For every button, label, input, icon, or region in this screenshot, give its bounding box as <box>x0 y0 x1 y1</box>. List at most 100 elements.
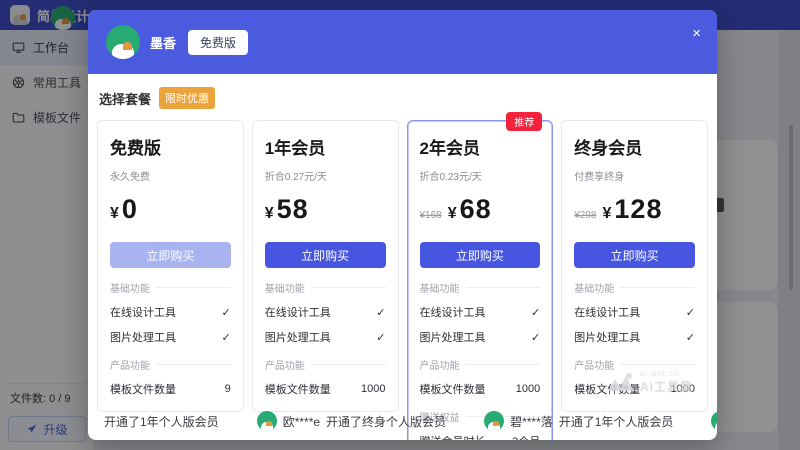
pricing-modal: 墨香 免费版 × 选择套餐 限时优惠 免费版 永久免费 ¥ 0 立即购买 基础功… <box>88 10 717 440</box>
section-title: 基础功能 <box>110 280 231 295</box>
modal-header: 墨香 免费版 × <box>88 10 717 74</box>
section-title: 基础功能 <box>265 280 386 295</box>
close-icon[interactable]: × <box>692 26 701 41</box>
feature-label: 在线设计工具 <box>420 304 486 320</box>
feature-label: 模板文件数量 <box>265 381 331 397</box>
price-amount: 68 <box>460 194 492 225</box>
ticker-text: 开通了终身个人版会员 <box>326 413 446 430</box>
feature-value: 1000 <box>361 383 385 395</box>
buyer-avatar <box>711 411 717 431</box>
buyer-name: 碧****落 <box>510 413 553 430</box>
feature-label: 模板文件数量 <box>110 381 176 397</box>
original-price: ¥168 <box>420 210 442 221</box>
plan-subtitle: 付费享终身 <box>574 168 695 183</box>
ticker-item: 云****轻 开通了1年个人版会员 <box>711 411 717 431</box>
buyer-avatar <box>484 411 504 431</box>
feature-value: 9 <box>225 383 231 395</box>
plan-price: ¥ 58 <box>265 194 386 228</box>
plan-card-lifetime: 终身会员 付费享终身 ¥298 ¥ 128 立即购买 基础功能 在线设计工具✓ … <box>561 120 708 412</box>
tab-choose-plan[interactable]: 选择套餐 <box>99 89 151 108</box>
user-name: 墨香 <box>150 33 176 52</box>
currency-symbol: ¥ <box>110 205 119 223</box>
plan-subtitle: 折合0.27元/天 <box>265 168 386 183</box>
section-title: 产品功能 <box>265 357 386 372</box>
original-price: ¥298 <box>574 210 596 221</box>
check-icon: ✓ <box>686 331 695 344</box>
plan-card-free: 免费版 永久免费 ¥ 0 立即购买 基础功能 在线设计工具 ✓ 图片处理工具 ✓ 产… <box>97 120 244 412</box>
feature-label: 在线设计工具 <box>265 304 331 320</box>
currency-symbol: ¥ <box>603 205 612 223</box>
feature-label: 图片处理工具 <box>574 329 640 345</box>
price-amount: 0 <box>122 194 138 225</box>
plan-subtitle: 永久免费 <box>110 168 231 183</box>
feature-label: 图片处理工具 <box>265 329 331 345</box>
feature-value: 1000 <box>516 383 540 395</box>
feature-label: 赠送会员时长 <box>420 433 486 440</box>
check-icon: ✓ <box>531 306 540 319</box>
ticker-text: 开通了1年个人版会员 <box>104 413 219 430</box>
feature-row: 图片处理工具 ✓ <box>574 329 695 345</box>
feature-row: 模板文件数量 9 <box>110 381 231 397</box>
feature-row: 模板文件数量 1000 <box>265 381 386 397</box>
plan-price: ¥298 ¥ 128 <box>574 194 695 228</box>
check-icon: ✓ <box>686 306 695 319</box>
plan-card-1year: 1年会员 折合0.27元/天 ¥ 58 立即购买 基础功能 在线设计工具 ✓ 图片… <box>252 120 399 412</box>
plan-name: 1年会员 <box>265 134 386 159</box>
price-amount: 58 <box>277 194 309 225</box>
plan-price: ¥ 0 <box>110 194 231 228</box>
feature-label: 在线设计工具 <box>110 304 176 320</box>
ticker-item: 欧****e 开通了终身个人版会员 <box>257 411 446 431</box>
current-plan-badge[interactable]: 免费版 <box>188 30 248 55</box>
feature-label: 模板文件数量 <box>420 381 486 397</box>
section-title: 基础功能 <box>574 280 695 295</box>
plan-subtitle: 折合0.23元/天 <box>420 168 541 183</box>
currency-symbol: ¥ <box>448 205 457 223</box>
buyer-name: 欧****e <box>283 413 320 430</box>
user-avatar <box>106 25 140 59</box>
feature-row: 赠送会员时长 3个月 <box>420 433 541 440</box>
feature-row: 模板文件数量 1000 <box>420 381 541 397</box>
check-icon: ✓ <box>222 306 231 319</box>
feature-row: 在线设计工具 ✓ <box>110 304 231 320</box>
feature-row: 图片处理工具 ✓ <box>110 329 231 345</box>
tab-row: 选择套餐 限时优惠 <box>97 87 708 109</box>
watermark-name: AI工具集 <box>640 378 693 395</box>
ticker-item: 开通了1年个人版会员 <box>98 411 219 431</box>
watermark: ai-bot.cn AI工具集 <box>608 369 693 395</box>
check-icon: ✓ <box>376 306 385 319</box>
check-icon: ✓ <box>531 331 540 344</box>
buy-now-button[interactable]: 立即购买 <box>420 242 541 268</box>
recommend-badge: 推荐 <box>506 112 542 131</box>
plan-name: 免费版 <box>110 134 231 159</box>
feature-value: 3个月 <box>512 433 540 440</box>
plan-card-2year: 推荐 2年会员 折合0.23元/天 ¥168 ¥ 68 立即购买 基础功能 在线… <box>407 120 554 440</box>
purchase-ticker: 开通了1年个人版会员 欧****e 开通了终身个人版会员 碧****落 开通了1… <box>98 411 717 431</box>
section-title: 产品功能 <box>110 357 231 372</box>
promo-badge: 限时优惠 <box>159 87 215 109</box>
feature-row: 在线设计工具 ✓ <box>420 304 541 320</box>
feature-label: 在线设计工具 <box>574 304 640 320</box>
feature-row: 图片处理工具 ✓ <box>420 329 541 345</box>
buy-now-button[interactable]: 立即购买 <box>265 242 386 268</box>
section-title: 产品功能 <box>420 357 541 372</box>
plan-name: 终身会员 <box>574 134 695 159</box>
ticker-item: 碧****落 开通了1年个人版会员 <box>484 411 673 431</box>
buy-now-button[interactable]: 立即购买 <box>574 242 695 268</box>
section-title: 基础功能 <box>420 280 541 295</box>
feature-row: 在线设计工具 ✓ <box>574 304 695 320</box>
watermark-url: ai-bot.cn <box>640 369 693 378</box>
feature-label: 图片处理工具 <box>110 329 176 345</box>
plan-price: ¥168 ¥ 68 <box>420 194 541 228</box>
watermark-logo-icon <box>608 373 634 391</box>
buy-now-button[interactable]: 立即购买 <box>110 242 231 268</box>
modal-body: 选择套餐 限时优惠 免费版 永久免费 ¥ 0 立即购买 基础功能 在线设计工具 ✓… <box>88 74 717 440</box>
price-amount: 128 <box>614 194 662 225</box>
check-icon: ✓ <box>222 331 231 344</box>
check-icon: ✓ <box>376 331 385 344</box>
feature-row: 图片处理工具 ✓ <box>265 329 386 345</box>
ticker-text: 开通了1年个人版会员 <box>559 413 674 430</box>
plan-cards: 免费版 永久免费 ¥ 0 立即购买 基础功能 在线设计工具 ✓ 图片处理工具 ✓ 产… <box>97 120 708 440</box>
currency-symbol: ¥ <box>265 205 274 223</box>
plan-name: 2年会员 <box>420 134 541 159</box>
feature-label: 图片处理工具 <box>420 329 486 345</box>
